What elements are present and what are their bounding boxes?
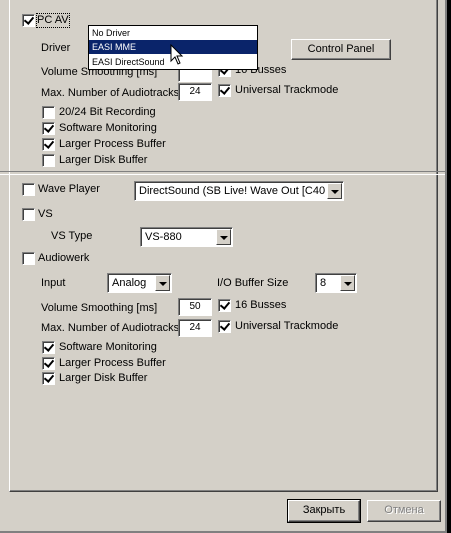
audiowerk-busses-label: 16 Busses [235,299,287,311]
audiowerk-option-label: Software Monitoring [59,341,157,353]
audiowerk-volume-smoothing-label: Volume Smoothing [ms] [41,302,158,314]
wave-player-checkbox[interactable] [22,183,35,196]
chevron-down-icon[interactable] [340,275,355,291]
audiowerk-volume-smoothing-input[interactable]: 50 [178,298,212,316]
audiowerk-max-audiotracks-label: Max. Number of Audiotracks [41,322,180,334]
pc-av-max-audiotracks-input[interactable]: 24 [178,83,212,101]
wave-player-device-select[interactable]: DirectSound (SB Live! Wave Out [C400] [134,181,344,201]
pc-av-checkbox[interactable] [22,14,35,27]
pc-av-option-label: Larger Process Buffer [59,138,166,150]
section-divider [0,171,445,175]
audiowerk-universal-trackmode-checkbox[interactable] [218,320,231,333]
pc-av-universal-trackmode-label: Universal Trackmode [235,84,339,96]
chevron-down-icon[interactable] [155,275,170,291]
pc-av-universal-trackmode-checkbox[interactable] [218,84,231,97]
cancel-button[interactable]: Отмена [367,500,441,522]
pc-av-option-label: 20/24 Bit Recording [59,106,156,118]
close-button[interactable]: Закрыть [287,499,361,523]
audiowerk-busses-checkbox[interactable] [218,299,231,312]
wave-player-device-value: DirectSound (SB Live! Wave Out [C400] [139,185,325,197]
io-buffer-size-select[interactable]: 8 [315,273,357,293]
pc-av-option-label: Software Monitoring [59,122,157,134]
vs-label: VS [38,208,53,220]
control-panel-button[interactable]: Control Panel [291,39,391,60]
vs-type-value: VS-880 [145,231,182,243]
driver-option[interactable]: No Driver [89,26,257,40]
dialog-right-edge [445,0,447,533]
audiowerk-option-checkbox[interactable] [42,372,55,385]
pc-av-label[interactable]: PC AV [36,13,70,28]
audiowerk-option-label: Larger Process Buffer [59,357,166,369]
audiowerk-input-select[interactable]: Analog [107,273,172,293]
mouse-cursor-icon [170,44,184,65]
driver-label: Driver [41,42,71,54]
wave-player-label: Wave Player [38,183,100,195]
pc-av-option-checkbox[interactable] [42,106,55,119]
pc-av-option-label: Larger Disk Buffer [59,154,148,166]
io-buffer-size-value: 8 [320,277,327,289]
pc-av-option-checkbox[interactable] [42,154,55,167]
io-buffer-size-label: I/O Buffer Size [217,277,289,289]
audiowerk-input-label: Input [41,277,66,289]
audiowerk-universal-trackmode-label: Universal Trackmode [235,320,339,332]
vs-checkbox[interactable] [22,208,35,221]
audiowerk-checkbox[interactable] [22,252,35,265]
pc-av-max-audiotracks-label: Max. Number of Audiotracks [41,87,180,99]
audiowerk-input-value: Analog [112,277,147,289]
chevron-down-icon[interactable] [327,183,342,199]
audiowerk-option-checkbox[interactable] [42,341,55,354]
vs-type-label: VS Type [51,230,93,242]
audiowerk-max-audiotracks-input[interactable]: 24 [178,319,212,337]
audiowerk-option-label: Larger Disk Buffer [59,372,148,384]
pc-av-option-checkbox[interactable] [42,122,55,135]
pc-av-option-checkbox[interactable] [42,138,55,151]
audiowerk-label: Audiowerk [38,252,90,264]
chevron-down-icon[interactable] [216,229,231,245]
vs-type-select[interactable]: VS-880 [140,227,233,247]
audiowerk-option-checkbox[interactable] [42,357,55,370]
audio-settings-dialog: PC AV Driver Control Panel Volume Smooth… [0,0,445,531]
